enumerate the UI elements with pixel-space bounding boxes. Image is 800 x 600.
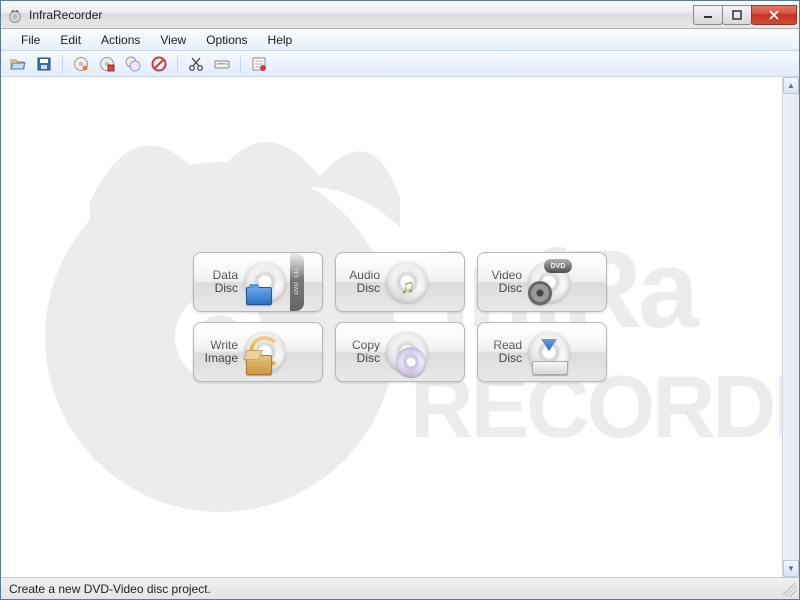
log-icon[interactable]	[248, 53, 270, 75]
data-disc-label: Data Disc	[200, 269, 238, 294]
cut-icon[interactable]	[185, 53, 207, 75]
video-disc-label: Video Disc	[484, 269, 522, 294]
status-text: Create a new DVD-Video disc project.	[9, 582, 211, 596]
menubar: File Edit Actions View Options Help	[1, 29, 799, 51]
audio-disc-label: Audio Disc	[342, 269, 380, 294]
statusbar: Create a new DVD-Video disc project.	[1, 577, 799, 599]
resize-grip-icon[interactable]	[783, 583, 797, 597]
open-icon[interactable]	[7, 53, 29, 75]
video-disc-button[interactable]: Video Disc DVD	[477, 252, 607, 312]
label-line: Disc	[342, 282, 380, 295]
toolbar-separator	[177, 55, 178, 73]
toolbar-separator	[62, 55, 63, 73]
read-disc-icon	[528, 331, 570, 373]
window-title: InfraRecorder	[29, 8, 102, 22]
label-line: Disc	[200, 282, 238, 295]
copy-disc-label: Copy Disc	[342, 339, 380, 364]
side-tab-cd: CD	[294, 269, 300, 278]
copy-disc-button[interactable]: Copy Disc ↘	[335, 322, 465, 382]
audio-disc-icon: ♫	[386, 261, 428, 303]
label-line: Disc	[342, 352, 380, 365]
video-disc-icon: DVD	[528, 261, 570, 303]
minimize-button[interactable]	[693, 5, 723, 25]
close-button[interactable]	[751, 5, 797, 25]
burn-image-icon[interactable]	[96, 53, 118, 75]
launcher-grid: Data Disc CD DVD Audio Disc ♫ Video	[193, 252, 607, 382]
menu-view[interactable]: View	[150, 31, 196, 49]
window-controls	[694, 5, 797, 25]
label-line: Image	[200, 352, 238, 365]
data-disc-side-tab[interactable]: CD DVD	[290, 253, 304, 311]
audio-disc-button[interactable]: Audio Disc ♫	[335, 252, 465, 312]
read-disc-label: Read Disc	[484, 339, 522, 364]
write-image-icon	[244, 331, 286, 373]
erase-disc-icon[interactable]	[148, 53, 170, 75]
menu-actions[interactable]: Actions	[91, 31, 150, 49]
copy-disc-icon: ↘	[386, 331, 428, 373]
side-tab-dvd: DVD	[294, 282, 300, 295]
dvd-badge: DVD	[544, 259, 572, 273]
menu-options[interactable]: Options	[196, 31, 257, 49]
toolbar-separator	[240, 55, 241, 73]
drive-icon[interactable]	[211, 53, 233, 75]
menu-edit[interactable]: Edit	[50, 31, 91, 49]
burn-disc-icon[interactable]	[70, 53, 92, 75]
app-icon	[7, 7, 23, 23]
toolbar	[1, 51, 799, 77]
label-line: Disc	[484, 352, 522, 365]
write-image-label: Write Image	[200, 339, 238, 364]
read-disc-button[interactable]: Read Disc	[477, 322, 607, 382]
menu-help[interactable]: Help	[258, 31, 303, 49]
scroll-up-button[interactable]: ▲	[783, 77, 799, 94]
data-disc-icon	[244, 261, 286, 303]
save-icon[interactable]	[33, 53, 55, 75]
main-area: InfRa RECORDER Data Disc CD DVD Audio Di…	[1, 77, 799, 577]
data-disc-button[interactable]: Data Disc CD DVD	[193, 252, 323, 312]
write-image-button[interactable]: Write Image	[193, 322, 323, 382]
scroll-down-button[interactable]: ▼	[783, 560, 799, 577]
label-line: Disc	[484, 282, 522, 295]
maximize-button[interactable]	[722, 5, 752, 25]
menu-file[interactable]: File	[11, 31, 50, 49]
titlebar: InfraRecorder	[1, 1, 799, 29]
copy-disc-icon[interactable]	[122, 53, 144, 75]
vertical-scrollbar[interactable]: ▲ ▼	[782, 77, 799, 577]
